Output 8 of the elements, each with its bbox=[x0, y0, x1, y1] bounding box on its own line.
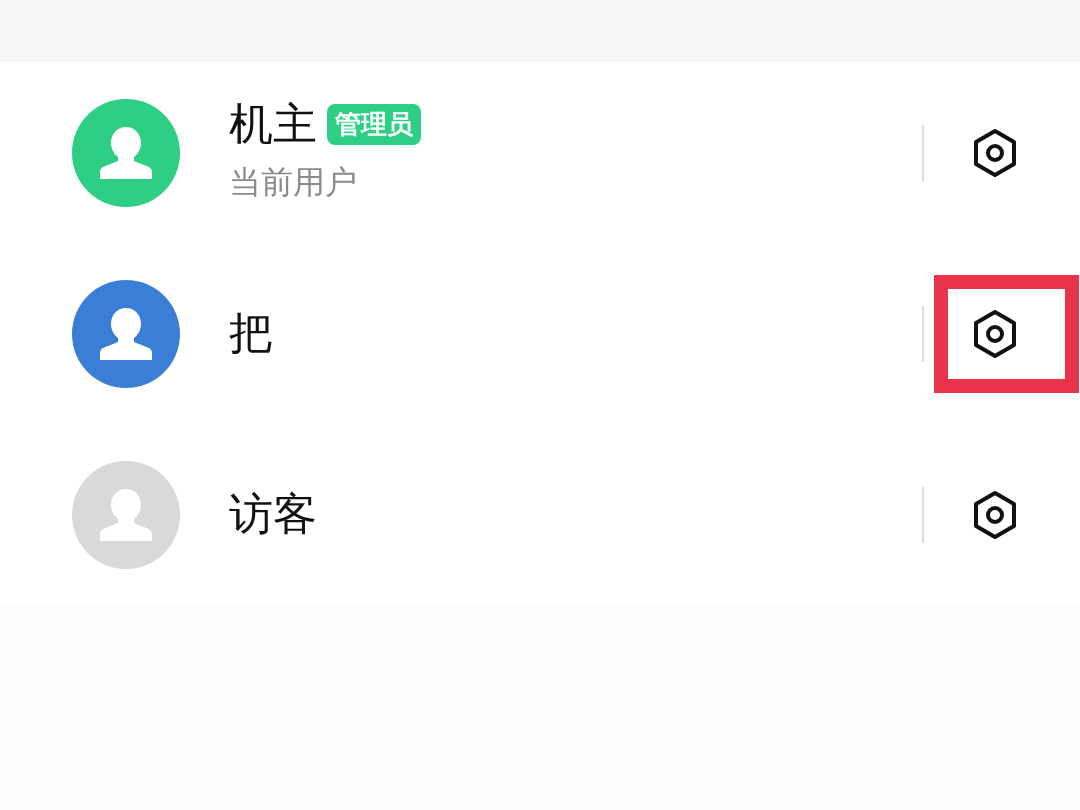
user-name: 机主 bbox=[229, 100, 317, 149]
person-icon bbox=[99, 124, 153, 181]
person-icon bbox=[99, 305, 153, 362]
user-name: 把 bbox=[229, 309, 273, 358]
user-status: 当前用户 bbox=[229, 161, 358, 203]
user-name: 访客 bbox=[229, 490, 317, 539]
person-icon bbox=[99, 486, 153, 543]
role-badge: 管理员 bbox=[327, 104, 421, 145]
